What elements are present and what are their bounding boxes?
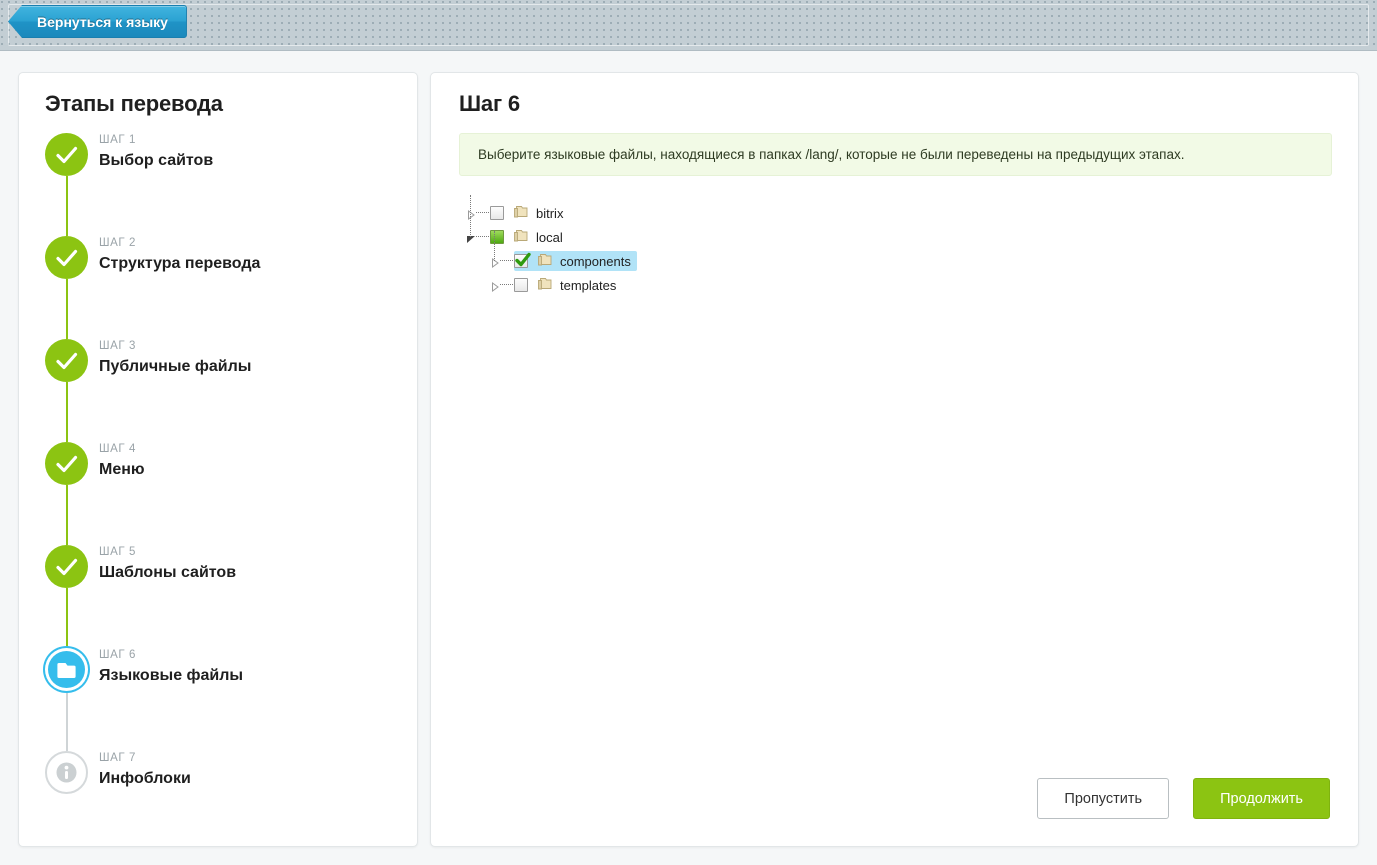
expand-triangle-icon[interactable] — [466, 208, 476, 220]
step-item-1[interactable]: ШАГ 1 Выбор сайтов — [45, 133, 395, 236]
step-marker-current — [48, 651, 85, 688]
check-icon — [56, 249, 78, 267]
tree-connector-line — [500, 260, 513, 261]
top-toolbar: Вернуться к языку — [0, 0, 1377, 51]
expand-triangle-icon[interactable] — [490, 256, 500, 268]
step-number-label: ШАГ 5 — [99, 546, 137, 558]
check-icon — [56, 455, 78, 473]
collapse-triangle-icon[interactable] — [466, 232, 476, 243]
tree-node-label: local — [536, 229, 563, 245]
folder-icon — [537, 253, 553, 270]
step-connector — [66, 691, 68, 751]
tree-row[interactable]: templates — [514, 275, 622, 295]
page-title: Шаг 6 — [459, 91, 520, 116]
step-connector — [66, 176, 68, 236]
tree-node-label: bitrix — [536, 205, 564, 221]
folder-icon — [513, 205, 529, 222]
folder-icon — [57, 663, 76, 678]
tree-row[interactable]: bitrix — [490, 203, 569, 223]
step-item-4[interactable]: ШАГ 4 Меню — [45, 442, 395, 545]
step-connector — [66, 382, 68, 442]
step-marker-done — [45, 545, 88, 588]
tree-rail-local — [494, 231, 495, 261]
step-marker-done — [45, 236, 88, 279]
step-marker-done — [45, 442, 88, 485]
check-icon — [56, 558, 78, 576]
step-item-6[interactable]: ШАГ 6 Языковые файлы — [45, 648, 395, 751]
checkmark-icon — [515, 252, 531, 267]
tree-connector-line — [476, 212, 489, 213]
translation-stages-title: Этапы перевода — [45, 91, 223, 116]
step-item-5[interactable]: ШАГ 5 Шаблоны сайтов — [45, 545, 395, 648]
back-to-language-button-label: Вернуться к языку — [37, 13, 168, 30]
top-toolbar-inner-frame — [8, 4, 1369, 46]
tree-connector-line — [500, 284, 513, 285]
tree-connector-line — [476, 236, 489, 237]
step-item-2[interactable]: ШАГ 2 Структура перевода — [45, 236, 395, 339]
back-to-language-button[interactable]: Вернуться к языку — [8, 5, 187, 38]
tree-checkbox-unchecked[interactable] — [490, 206, 504, 220]
step-title: Меню — [99, 461, 145, 478]
folder-icon — [513, 229, 529, 246]
action-buttons: Пропустить Продолжить — [1037, 778, 1330, 819]
skip-button[interactable]: Пропустить — [1037, 778, 1170, 819]
step-content-panel: Шаг 6 Выберите языковые файлы, находящие… — [430, 72, 1359, 847]
continue-button[interactable]: Продолжить — [1193, 778, 1330, 819]
step-connector — [66, 485, 68, 545]
step-title: Инфоблоки — [99, 770, 191, 787]
step-number-label: ШАГ 4 — [99, 443, 137, 455]
tree-node-label: templates — [560, 277, 617, 293]
step-number-label: ШАГ 2 — [99, 237, 137, 249]
step-number-label: ШАГ 6 — [99, 649, 137, 661]
step-item-3[interactable]: ШАГ 3 Публичные файлы — [45, 339, 395, 442]
continue-button-label: Продолжить — [1220, 790, 1303, 807]
step-title: Публичные файлы — [99, 358, 252, 375]
check-icon — [56, 352, 78, 370]
folder-icon — [537, 277, 553, 294]
step-title: Структура перевода — [99, 255, 261, 272]
tree-node-label: components — [560, 253, 631, 269]
tree-rail-root — [470, 195, 471, 237]
step-marker-pending — [45, 751, 88, 794]
step-title: Выбор сайтов — [99, 152, 214, 169]
steps-list: ШАГ 1 Выбор сайтов ШАГ 2 Структура перевода… — [45, 133, 395, 811]
step-number-label: ШАГ 1 — [99, 134, 137, 146]
step-number-label: ШАГ 7 — [99, 752, 137, 764]
step-title: Языковые файлы — [99, 667, 244, 684]
translation-stages-panel: Этапы перевода ШАГ 1 Выбор сайтов ШАГ 2 Стр… — [18, 72, 418, 847]
expand-triangle-icon[interactable] — [490, 280, 500, 292]
info-icon — [56, 762, 77, 783]
step-item-7[interactable]: ШАГ 7 Инфоблоки — [45, 751, 395, 811]
tree-checkbox-checked[interactable] — [514, 252, 531, 268]
tree-row[interactable]: local — [490, 227, 569, 247]
step-connector — [66, 588, 68, 648]
step-marker-done — [45, 339, 88, 382]
instructions-banner: Выберите языковые файлы, находящиеся в п… — [459, 133, 1332, 176]
tree-checkbox-partial[interactable] — [490, 230, 504, 244]
tree-row-selected[interactable]: components — [514, 251, 637, 271]
step-title: Шаблоны сайтов — [99, 564, 237, 581]
check-icon — [56, 146, 78, 164]
instructions-text: Выберите языковые файлы, находящиеся в п… — [478, 147, 1185, 162]
step-number-label: ШАГ 3 — [99, 340, 137, 352]
tree-checkbox-unchecked[interactable] — [514, 278, 528, 292]
step-connector — [66, 279, 68, 339]
step-marker-done — [45, 133, 88, 176]
skip-button-label: Пропустить — [1064, 790, 1143, 807]
